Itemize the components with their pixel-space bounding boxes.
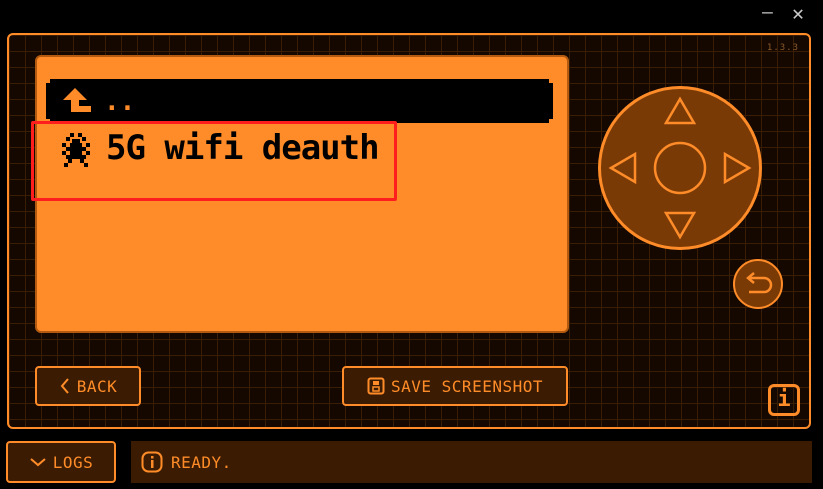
logs-button-label: LOGS [52,452,94,472]
selection-highlight [31,121,397,201]
back-button-label: BACK [76,376,118,396]
save-icon [367,377,385,395]
status-bar: READY. [131,441,812,483]
back-button[interactable]: BACK [35,366,141,406]
up-arrow-icon [59,86,95,114]
parent-directory-row[interactable]: .. [46,79,553,123]
info-button[interactable]: i [768,384,800,416]
save-screenshot-label: SAVE SCREENSHOT [391,376,543,396]
flipper-device-frame: 1.3.3 .. 5G wifi deauth BACK SAVE SCREEN… [7,33,811,429]
dpad-down-icon[interactable] [663,211,697,240]
dpad-ok-button[interactable] [653,141,707,195]
logs-button[interactable]: LOGS [6,441,116,483]
dpad-control [598,86,762,250]
dpad-left-icon[interactable] [608,151,637,185]
save-screenshot-button[interactable]: SAVE SCREENSHOT [342,366,568,406]
dpad-up-icon[interactable] [663,96,697,125]
return-icon [746,272,773,294]
back-round-button[interactable] [733,259,783,309]
close-icon[interactable]: ✕ [792,3,804,23]
dpad-right-icon[interactable] [723,151,752,185]
minimize-icon[interactable]: — [762,4,773,22]
chevron-down-icon [30,458,46,467]
chevron-left-icon [60,378,69,394]
version-label: 1.3.3 [766,43,799,53]
info-icon [141,451,163,473]
info-icon: i [777,387,791,412]
status-text: READY. [171,452,232,472]
parent-directory-label: .. [104,87,136,117]
